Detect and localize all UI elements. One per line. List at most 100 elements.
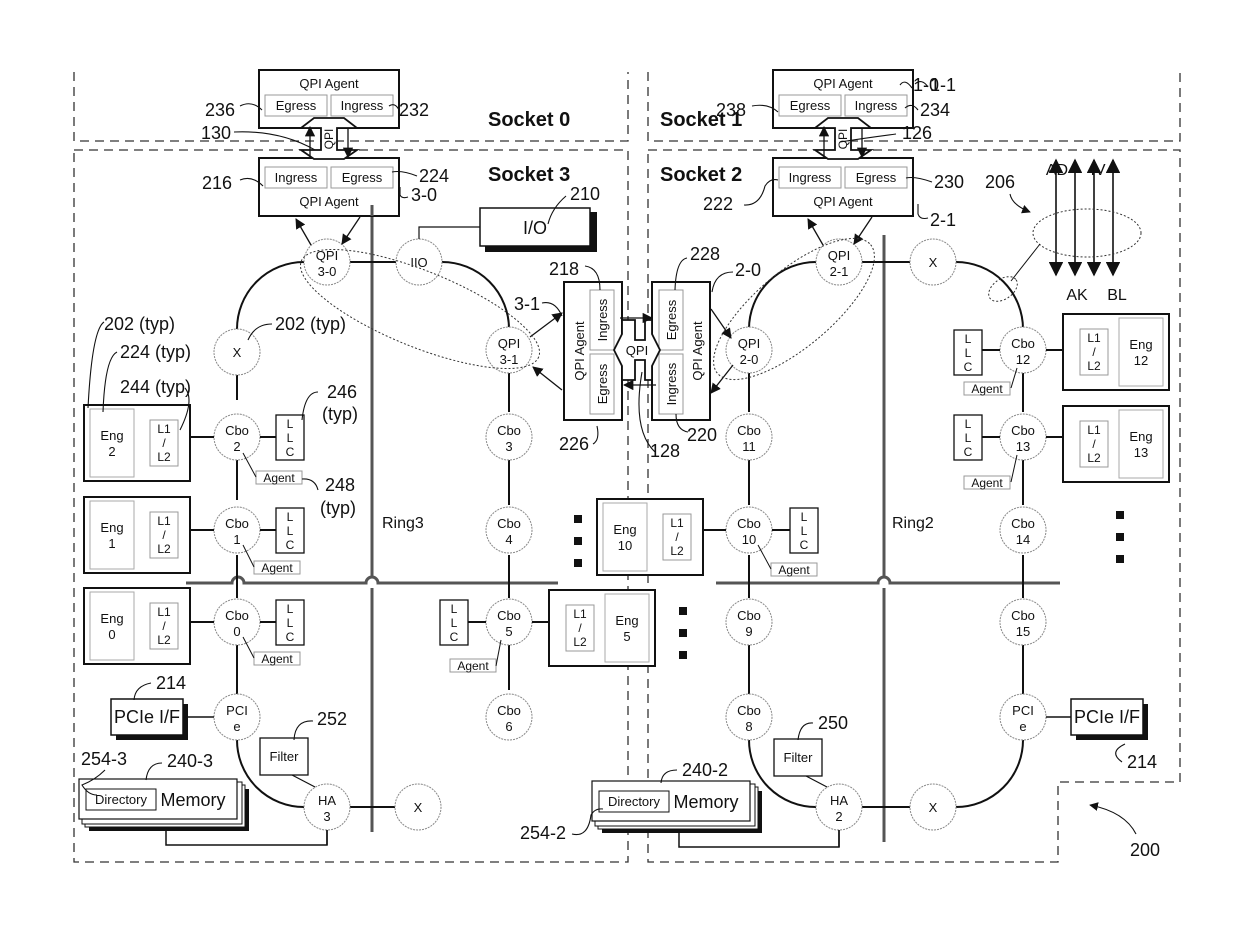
ring2-label: Ring2 [892,515,934,532]
filter-connector [291,774,316,788]
llc-label: C [964,445,973,459]
engine-name: Eng [100,520,123,535]
ref-3-0: 3-0 [411,185,437,205]
ring-node-label-line2: 11 [742,439,756,454]
qpi-port-left-label: Egress [790,98,831,113]
ref-3-1: 3-1 [514,294,540,314]
ref-200: 200 [1130,840,1160,860]
engine-number: 10 [618,538,632,553]
directory-label: Directory [95,792,148,807]
directory-label: Directory [608,794,661,809]
llc-block: LLC [275,599,305,646]
qpi-agent-3-0: Ingress Egress QPI Agent [258,157,400,217]
ellipsis-marker [679,651,687,659]
ellipsis-marker [574,537,582,545]
ring-node-label-line1: Cbo [1011,608,1035,623]
ring-node-label-line1: PCI [226,703,248,718]
ring-node-label: IIO [410,255,427,270]
arrow-agent-to-qpi30 [341,216,361,245]
llc-block: LLC [953,414,983,461]
agent-leader [757,544,772,570]
engine-name: Eng [100,611,123,626]
ring-node-pcie2: PCIe [999,693,1047,741]
cache-label: L1 [1087,423,1101,437]
leader-line [145,762,163,781]
ref-206: 206 [985,172,1015,192]
ellipsis-marker [574,515,582,523]
ring-node-ha2: HA2 [815,783,863,831]
pcie-if-label: PCIe I/F [114,707,180,727]
engine-block-eng5: Eng5L1/L2 [548,589,656,667]
qpi-port-left-label: Ingress [789,170,832,185]
ring-node-label-line1: Cbo [225,516,249,531]
agent-label: Agent [261,652,293,666]
engine-block-eng0: Eng0L1/L2 [83,587,191,665]
llc-label: L [801,524,808,538]
qpi-port-top-label: Ingress [595,298,610,341]
ref-126: 126 [902,123,932,143]
ring-node-label-line2: 4 [505,532,512,547]
ring-node-cbo12: Cbo12 [999,326,1047,374]
ring2-horizontal-bus [716,575,1060,585]
ref-246-typ: (typ) [322,404,358,424]
ring-node-label-line1: HA [830,793,848,808]
leader-line [133,682,152,701]
qpi-port-top-label: Egress [664,299,679,340]
ring-node-cbo15: Cbo15 [999,598,1047,646]
ring-node-label-line1: Cbo [737,516,761,531]
ring-node-label-line2: 12 [1016,352,1030,367]
engine-block-eng12: Eng12L1/L2 [1062,313,1170,391]
ref-216: 216 [202,173,232,193]
ring-node-cbo1: Cbo1 [213,506,261,554]
arrow-qpi31-to-agent [529,312,563,338]
multi-socket-ring-interconnect-diagram: Socket 0 Socket 1 Socket 2 Socket 3 Ring… [0,0,1240,929]
socket-3-label: Socket 3 [488,164,570,186]
ring-node-label-line1: PCI [1012,703,1034,718]
pcie-if-3: PCIe I/F [110,698,214,740]
qpi-port-right-label: Ingress [855,98,898,113]
llc-label: L [965,332,972,346]
ref-254-2: 254-2 [520,823,566,843]
ring-node-label-line1: Cbo [497,703,521,718]
arrow-qpi30-to-agent [295,218,312,246]
ellipsis-marker [1116,533,1124,541]
llc-block: LLC [275,507,305,554]
ring-node-label: X [233,345,242,360]
ring-node-label-line2: 3 [505,439,512,454]
leader-line [592,425,599,445]
qpi-port-bottom-label: Ingress [664,362,679,405]
llc-label: C [450,630,459,644]
ring-node-pcie3: PCIe [213,693,261,741]
engine-core [89,591,135,661]
ring-node-label: X [929,800,938,815]
ring-node-cbo8: Cbo8 [725,693,773,741]
qpi-port-right-label: Egress [856,170,897,185]
ellipsis-marker [679,607,687,615]
ring-node-label-line1: HA [318,793,336,808]
leader-line [87,321,105,409]
pcie-if-2: PCIe I/F [1046,698,1148,740]
ring-node-label-line1: Cbo [497,423,521,438]
ref-234: 234 [920,100,950,120]
pcie-if-label: PCIe I/F [1074,707,1140,727]
ring-node-label-line1: Cbo [497,608,521,623]
ring-node-label-line2: 8 [745,719,752,734]
io-block: I/O [418,207,597,252]
ring3-label: Ring3 [382,515,424,532]
agent-label: Agent [457,659,489,673]
ref-246: 246 [327,382,357,402]
ring-node-label-line2: 3 [323,809,330,824]
engine-number: 5 [623,629,630,644]
qpi-group-ellipse-socket2 [713,237,875,381]
ring-node-label-line2: 15 [1016,624,1030,639]
leader-line [293,720,314,741]
llc-label: L [451,616,458,630]
cache-label: L2 [1087,451,1101,465]
llc-label: L [451,602,458,616]
ref-224-typ: 224 (typ) [120,342,191,362]
engine-name: Eng [615,613,638,628]
qpi-agent-title: QPI Agent [690,321,705,381]
llc-label: L [965,346,972,360]
ring-node-label-line1: Cbo [497,516,521,531]
llc-block: LLC [439,599,469,646]
